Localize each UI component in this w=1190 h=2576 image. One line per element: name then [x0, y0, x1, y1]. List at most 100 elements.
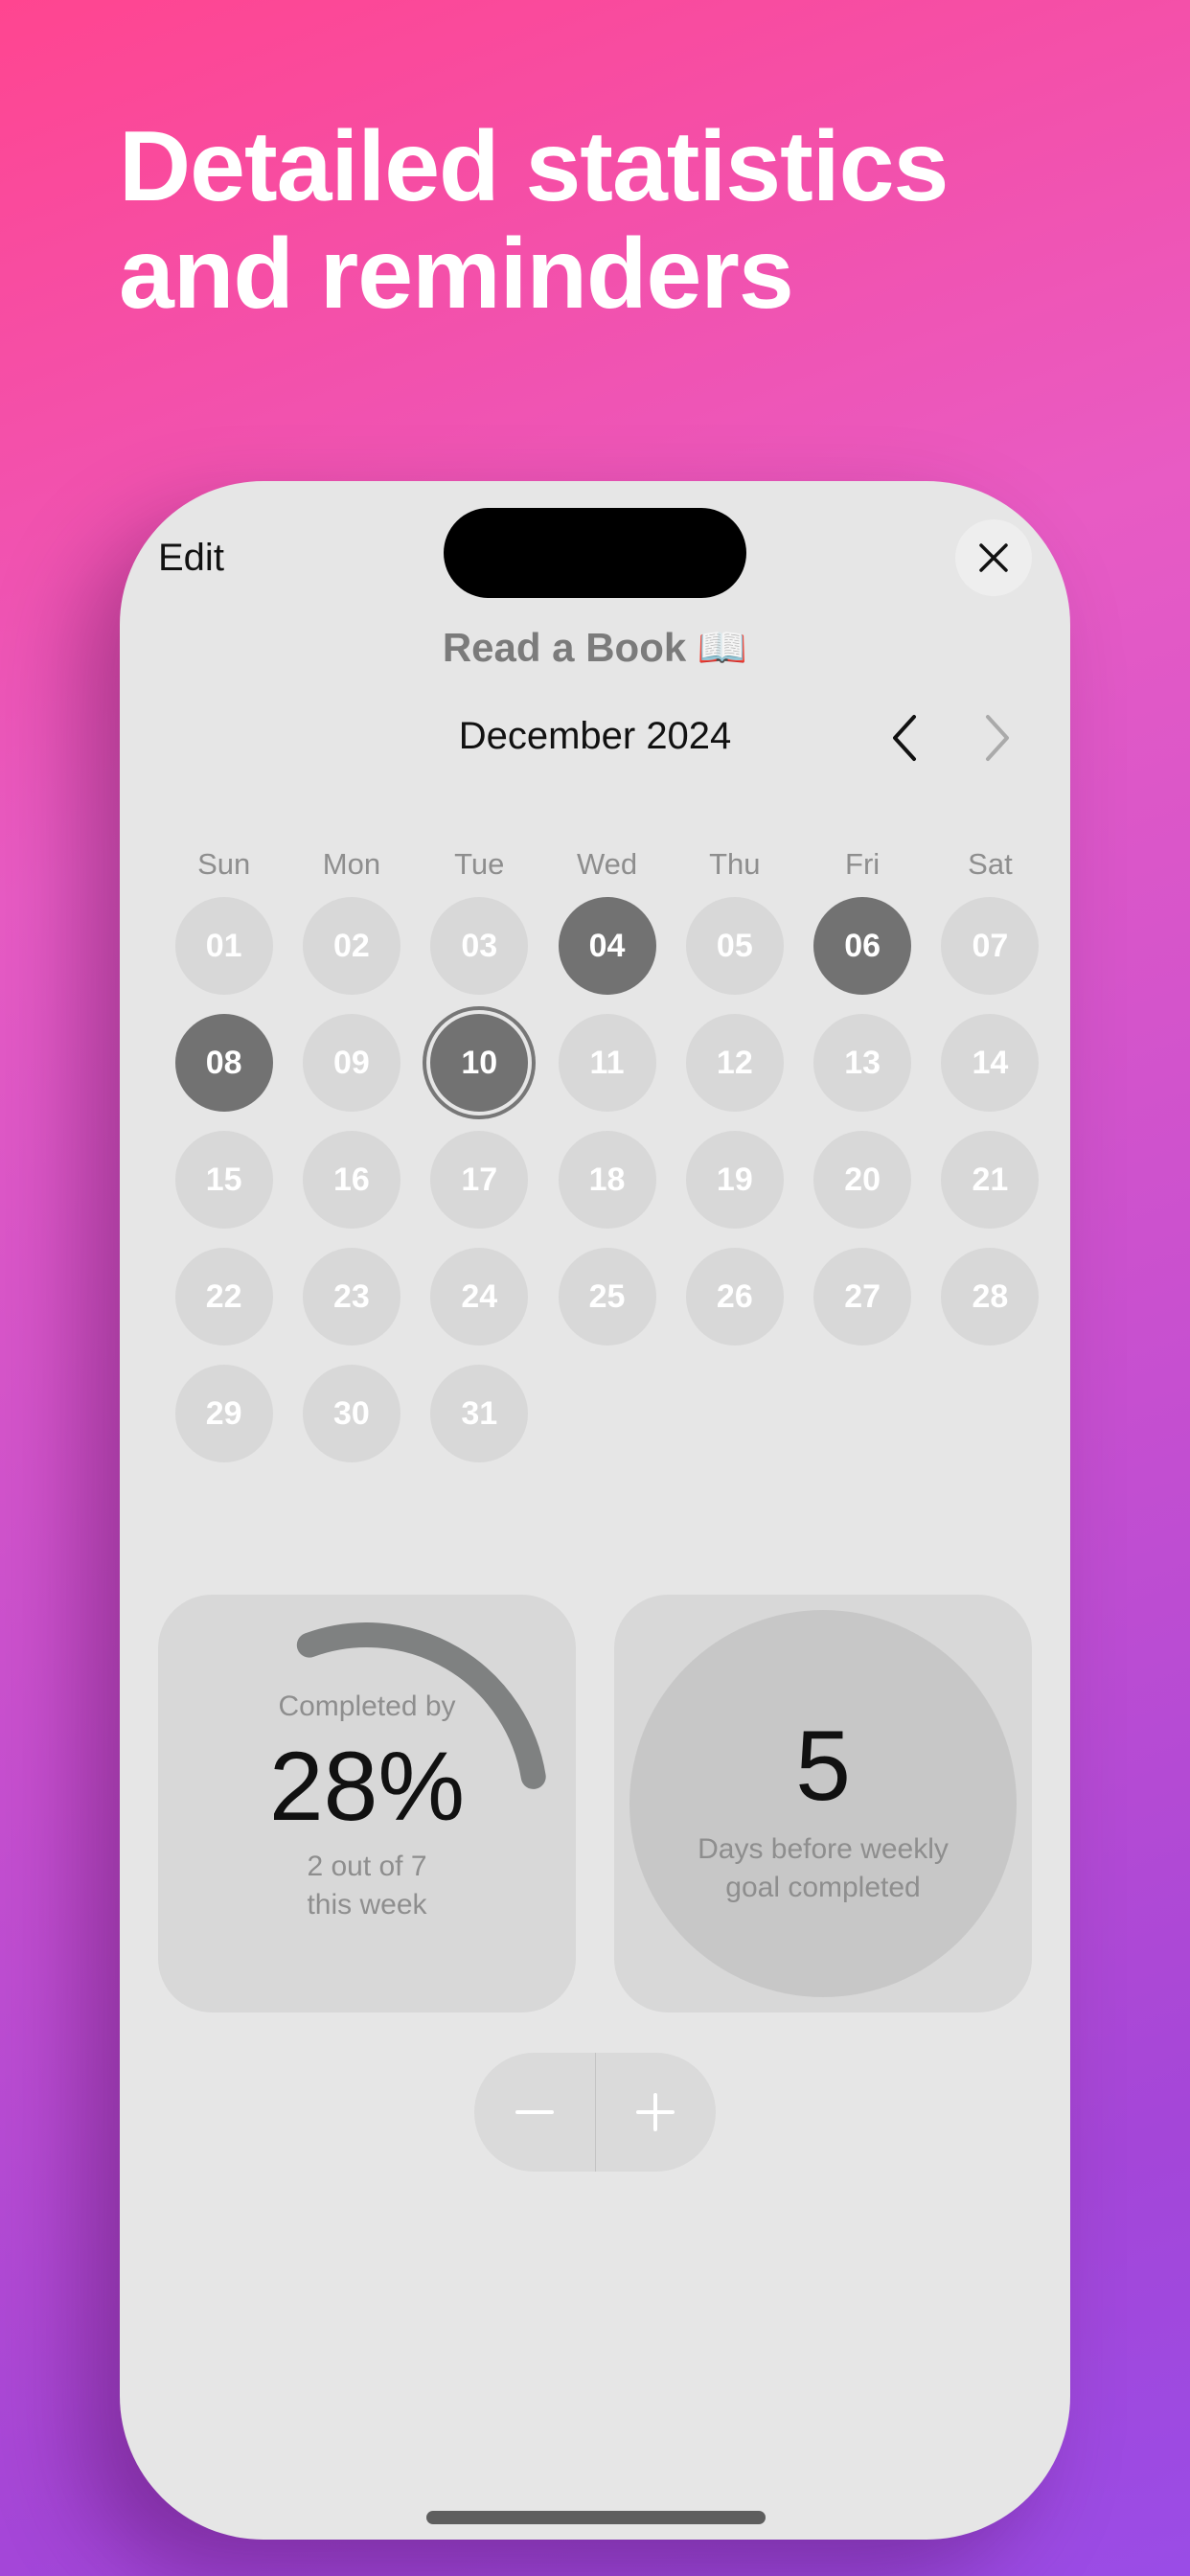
calendar-cell: 08	[160, 1014, 287, 1131]
calendar-cell: 27	[798, 1248, 926, 1365]
phone-frame: Edit Read a Book 📖 December 2024 Sun Mon T…	[120, 481, 1070, 2540]
calendar-day[interactable]: 21	[941, 1131, 1040, 1229]
calendar-cell: 26	[671, 1248, 798, 1365]
calendar-day[interactable]: 26	[685, 1248, 784, 1346]
habit-title: Read a Book 📖	[442, 625, 748, 670]
completed-label: Completed by	[278, 1690, 456, 1722]
chevron-left-icon	[893, 715, 916, 761]
chevron-right-icon	[986, 715, 1009, 761]
calendar-day[interactable]: 03	[430, 897, 529, 995]
weekday-label: Sat	[968, 847, 1013, 881]
calendar-day[interactable]: 02	[302, 897, 400, 995]
plus-icon	[636, 2093, 675, 2131]
calendar-cell: 07	[927, 897, 1054, 1014]
goal-caption-line-2: goal completed	[725, 1872, 921, 1903]
count-stepper	[474, 2053, 716, 2172]
calendar-cell: 06	[798, 897, 926, 1014]
calendar-day[interactable]: 17	[430, 1131, 529, 1229]
weekday-label: Wed	[576, 847, 638, 881]
calendar-cell: 19	[671, 1131, 798, 1248]
calendar-cell: 12	[671, 1014, 798, 1131]
calendar-day[interactable]: 16	[302, 1131, 400, 1229]
calendar-cell: 01	[160, 897, 287, 1014]
calendar-cell: 22	[160, 1248, 287, 1365]
calendar-day[interactable]: 27	[813, 1248, 912, 1346]
weekday-label: Thu	[709, 847, 761, 881]
calendar-cell: 13	[798, 1014, 926, 1131]
calendar-day[interactable]: 12	[685, 1014, 784, 1112]
calendar-cell: 15	[160, 1131, 287, 1248]
calendar-cell: 03	[416, 897, 543, 1014]
completion-count: 2 out of 7 this week	[158, 1848, 576, 1924]
calendar-day[interactable]: 30	[302, 1365, 400, 1462]
calendar-day[interactable]: 13	[813, 1014, 912, 1112]
calendar-cell: 29	[160, 1365, 287, 1482]
headline-line-2: and reminders	[119, 218, 794, 330]
home-indicator	[426, 2511, 766, 2524]
calendar-day[interactable]: 07	[941, 897, 1040, 995]
completion-percent: 28%	[268, 1732, 466, 1841]
calendar-day[interactable]: 31	[430, 1365, 529, 1462]
weekday-label: Tue	[454, 847, 505, 881]
calendar-day[interactable]: 29	[174, 1365, 273, 1462]
calendar-day[interactable]: 08	[174, 1014, 273, 1112]
calendar-grid: Sun Mon Tue Wed Thu Fri Sat 01 02 03 04 05 06 07 08 09 1…	[160, 847, 1054, 1482]
calendar-day[interactable]: 25	[558, 1248, 656, 1346]
calendar-day[interactable]: 06	[813, 897, 912, 995]
completion-count-line-1: 2 out of 7	[307, 1851, 427, 1882]
close-icon	[979, 543, 1008, 572]
calendar-cell: 14	[927, 1014, 1054, 1131]
calendar-cell: 11	[543, 1014, 671, 1131]
weekday-label: Fri	[845, 847, 881, 881]
calendar-cell: 31	[416, 1365, 543, 1482]
calendar-cell: 30	[287, 1365, 415, 1482]
calendar-day[interactable]: 14	[941, 1014, 1040, 1112]
headline: Detailed statistics and reminders	[119, 113, 1077, 328]
calendar-day[interactable]: 15	[174, 1131, 273, 1229]
goal-caption-line-1: Days before weekly	[698, 1833, 949, 1865]
calendar-cell: 25	[543, 1248, 671, 1365]
edit-button[interactable]: Edit	[158, 537, 224, 580]
headline-line-1: Detailed statistics	[119, 111, 949, 222]
calendar-cell: 10	[416, 1014, 543, 1131]
calendar-cell: 16	[287, 1131, 415, 1248]
decrement-button[interactable]	[474, 2053, 595, 2172]
calendar-cell: 09	[287, 1014, 415, 1131]
increment-button[interactable]	[596, 2053, 717, 2172]
calendar-cell: 20	[798, 1131, 926, 1248]
calendar-day[interactable]: 20	[813, 1131, 912, 1229]
calendar-day[interactable]: 22	[174, 1248, 273, 1346]
goal-days-number: 5	[795, 1711, 851, 1822]
weekday-label: Mon	[322, 847, 381, 881]
completion-card: Completed by 28% 2 out of 7 this week	[158, 1595, 576, 2012]
calendar-cell: 24	[416, 1248, 543, 1365]
goal-caption: Days before weekly goal completed	[643, 1830, 1003, 1907]
weekly-goal-card: 5 Days before weekly goal completed	[614, 1595, 1032, 2012]
calendar-day[interactable]: 24	[430, 1248, 529, 1346]
calendar-day[interactable]: 11	[558, 1014, 656, 1112]
minus-icon	[515, 2110, 554, 2114]
calendar-cell: 05	[671, 897, 798, 1014]
calendar-cell: 23	[287, 1248, 415, 1365]
calendar-cell: 28	[927, 1248, 1054, 1365]
calendar-cell: 18	[543, 1131, 671, 1248]
calendar-day[interactable]: 18	[558, 1131, 656, 1229]
previous-month-button[interactable]	[881, 709, 929, 767]
calendar-cell: 21	[927, 1131, 1054, 1248]
dynamic-island	[444, 508, 746, 598]
calendar-day[interactable]: 05	[685, 897, 784, 995]
next-month-button[interactable]	[973, 709, 1020, 767]
calendar-day[interactable]: 09	[302, 1014, 400, 1112]
weekday-label: Sun	[197, 847, 251, 881]
calendar-day[interactable]: 01	[174, 897, 273, 995]
calendar-day[interactable]: 23	[302, 1248, 400, 1346]
calendar-cell: 17	[416, 1131, 543, 1248]
close-button[interactable]	[955, 519, 1032, 596]
calendar-day[interactable]: 04	[558, 897, 656, 995]
calendar-cell: 04	[543, 897, 671, 1014]
completion-count-line-2: this week	[307, 1889, 427, 1920]
calendar-day-today[interactable]: 10	[430, 1014, 529, 1112]
calendar-day[interactable]: 28	[941, 1248, 1040, 1346]
calendar-day[interactable]: 19	[685, 1131, 784, 1229]
calendar-cell: 02	[287, 897, 415, 1014]
